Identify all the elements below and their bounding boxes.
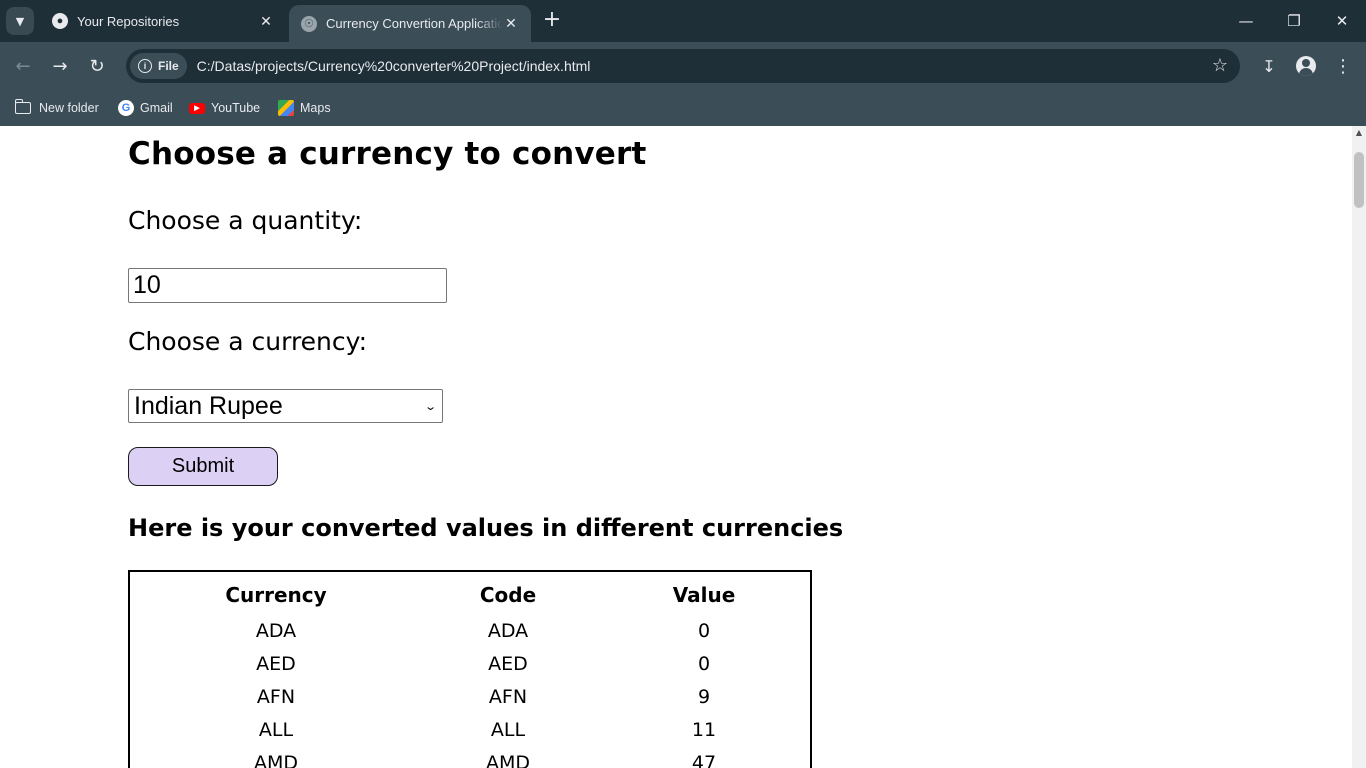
tab-search-button[interactable]: ▼ <box>6 7 34 35</box>
chevron-down-icon: ⌄ <box>423 400 437 413</box>
bookmark-star-icon[interactable]: ☆ <box>1212 55 1228 76</box>
bookmark-new-folder[interactable]: New folder <box>14 96 99 120</box>
cell-value: 47 <box>691 752 717 768</box>
cell-currency: AFN <box>256 686 296 708</box>
browser-toolbar: ← → ↻ i File C:/Datas/projects/Currency%… <box>0 42 1366 90</box>
info-icon: i <box>138 59 152 73</box>
results-heading: Here is your converted values in differe… <box>128 514 844 542</box>
table-row: AED AED 0 <box>130 649 810 679</box>
minimize-button[interactable]: — <box>1222 0 1270 42</box>
cell-value: 9 <box>697 686 711 708</box>
bookmark-label: YouTube <box>211 101 261 115</box>
url-text[interactable]: C:/Datas/projects/Currency%20converter%2… <box>197 58 591 74</box>
bookmark-maps[interactable]: Maps <box>278 96 331 120</box>
restore-button[interactable]: ❐ <box>1270 0 1318 42</box>
bookmark-youtube[interactable]: ▶ YouTube <box>189 96 260 120</box>
youtube-icon: ▶ <box>189 102 205 114</box>
chevron-down-icon: ▼ <box>15 14 25 28</box>
cell-currency: AMD <box>253 752 299 768</box>
cell-currency: ADA <box>255 620 297 642</box>
currency-select[interactable]: Indian Rupee ⌄ <box>128 389 443 423</box>
cell-currency: ALL <box>258 719 294 741</box>
currency-selected-value: Indian Rupee <box>134 391 283 420</box>
close-icon[interactable]: ✕ <box>503 15 519 32</box>
cell-code: AFN <box>488 686 528 708</box>
currency-label: Choose a currency: <box>128 327 368 356</box>
window-close-button[interactable]: ✕ <box>1318 0 1366 42</box>
bookmark-label: Gmail <box>140 101 173 115</box>
table-row: ALL ALL 11 <box>130 715 810 745</box>
profile-avatar-icon <box>1296 56 1316 76</box>
bookmark-label: Maps <box>300 101 331 115</box>
back-button[interactable]: ← <box>9 52 37 80</box>
quantity-input[interactable]: 10 <box>128 268 447 303</box>
header-code: Code <box>479 583 537 607</box>
menu-kebab-icon[interactable]: ⋮ <box>1329 52 1357 80</box>
maps-icon <box>278 100 294 116</box>
globe-icon: ☉ <box>301 15 317 32</box>
tab-strip: ▼ ● Your Repositories ✕ ☉ Currency Conve… <box>0 0 1366 42</box>
header-value: Value <box>672 583 736 607</box>
new-tab-button[interactable]: + <box>540 9 564 33</box>
submit-button[interactable]: Submit <box>128 447 278 486</box>
quantity-label: Choose a quantity: <box>128 206 363 235</box>
page-scrollbar[interactable]: ▲ <box>1352 126 1366 768</box>
bookmark-gmail[interactable]: G Gmail <box>118 96 173 120</box>
site-chip-label: File <box>158 59 179 73</box>
cell-code: ADA <box>487 620 529 642</box>
cell-code: AMD <box>485 752 531 768</box>
google-icon: G <box>118 100 134 116</box>
bookmarks-bar: New folder G Gmail ▶ YouTube Maps <box>0 90 1366 126</box>
page-title: Choose a currency to convert <box>128 136 647 172</box>
forward-button[interactable]: → <box>46 52 74 80</box>
folder-icon <box>14 99 31 114</box>
close-icon[interactable]: ✕ <box>258 13 274 30</box>
table-row: AMD AMD 47 <box>130 748 810 768</box>
bookmark-label: New folder <box>39 101 99 115</box>
tab-title: Your Repositories <box>77 13 180 29</box>
scroll-up-arrow-icon[interactable]: ▲ <box>1352 128 1366 140</box>
tab-title: Currency Convertion Application <box>326 16 503 31</box>
table-row: AFN AFN 9 <box>130 682 810 712</box>
cell-value: 0 <box>697 653 711 675</box>
table-header-row: Currency Code Value <box>130 580 810 610</box>
results-table: Currency Code Value ADA ADA 0 AED AED 0 … <box>128 570 812 768</box>
header-currency: Currency <box>225 583 327 607</box>
scroll-thumb[interactable] <box>1354 152 1364 208</box>
cell-value: 0 <box>697 620 711 642</box>
download-icon[interactable]: ↧ <box>1255 52 1283 80</box>
cell-value: 11 <box>691 719 717 741</box>
quantity-value: 10 <box>133 271 161 299</box>
site-info-chip[interactable]: i File <box>130 53 187 79</box>
reload-button[interactable]: ↻ <box>83 52 111 80</box>
cell-currency: AED <box>256 653 296 675</box>
address-bar[interactable]: i File C:/Datas/projects/Currency%20conv… <box>126 49 1240 83</box>
cell-code: AED <box>488 653 528 675</box>
table-row: ADA ADA 0 <box>130 616 810 646</box>
tab-currency-convertion[interactable]: ☉ Currency Convertion Application ✕ <box>289 5 531 42</box>
cell-code: ALL <box>490 719 526 741</box>
page-viewport: Choose a currency to convert Choose a qu… <box>0 126 1352 768</box>
profile-button[interactable] <box>1292 52 1320 80</box>
github-icon: ● <box>52 13 68 29</box>
tab-your-repositories[interactable]: ● Your Repositories ✕ <box>40 0 286 42</box>
